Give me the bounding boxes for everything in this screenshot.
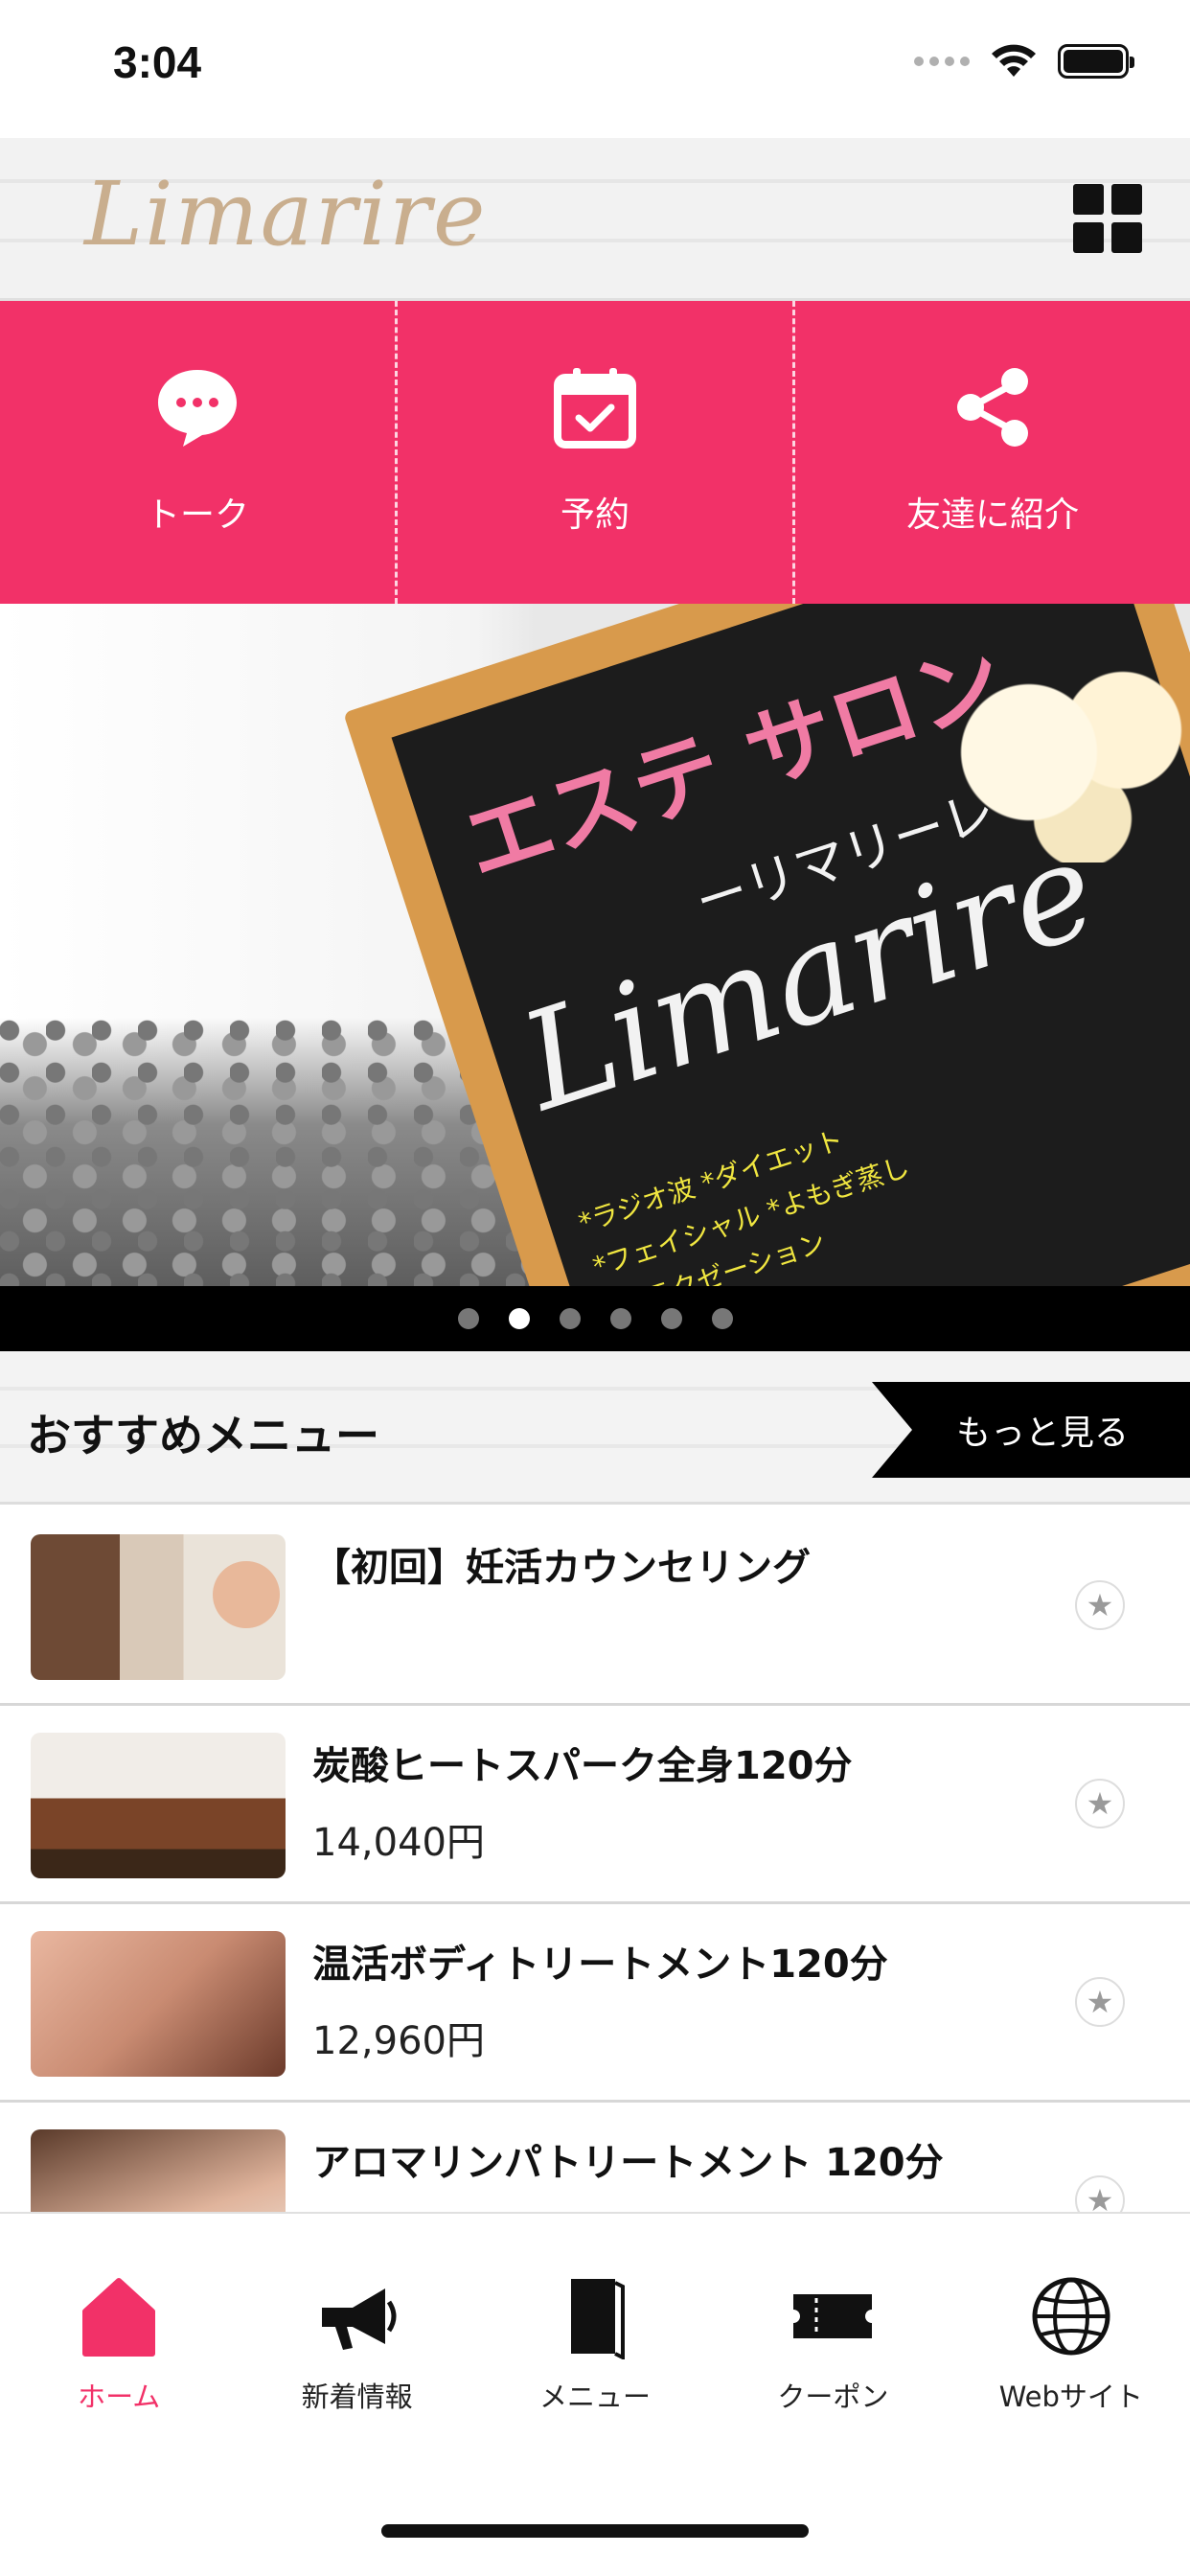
carousel-dot[interactable]: [457, 1308, 479, 1329]
home-icon: [82, 2278, 156, 2357]
cellular-signal-icon: [914, 57, 970, 66]
menu-item-title: 【初回】妊活カウンセリング: [312, 1546, 811, 1590]
menu-thumbnail: [31, 1733, 286, 1878]
tab-label: メニュー: [539, 2380, 652, 2413]
list-item[interactable]: アロマリンパトリートメント 120分 ★: [0, 2103, 1190, 2212]
carousel-dot[interactable]: [609, 1308, 631, 1329]
see-more-button[interactable]: もっと見る: [872, 1382, 1190, 1478]
menu-thumbnail: [31, 2129, 286, 2212]
quick-action-reserve[interactable]: 予約: [395, 301, 792, 604]
status-time: 3:04: [113, 37, 202, 87]
book-icon: [571, 2279, 626, 2359]
home-indicator[interactable]: [381, 2524, 809, 2538]
list-item[interactable]: 【初回】妊活カウンセリング ★: [0, 1507, 1190, 1706]
menu-thumbnail: [31, 1534, 286, 1680]
wifi-icon: [992, 44, 1036, 77]
quick-action-talk[interactable]: トーク: [0, 301, 395, 604]
signboard-notes: *ラジオ波 *ダイエット *フェイシャル *よもぎ蒸し *リラクゼーション: [574, 1123, 914, 1286]
status-icons: [914, 44, 1134, 79]
carousel-dot[interactable]: [711, 1308, 733, 1329]
list-item[interactable]: 炭酸ヒートスパーク全身120分 14,040円 ★: [0, 1706, 1190, 1904]
menu-item-title: 温活ボディトリートメント120分: [312, 1943, 888, 1987]
tab-home[interactable]: ホーム: [0, 2214, 238, 2434]
menu-item-price: 14,040円: [312, 1821, 485, 1865]
megaphone-icon: [321, 2288, 397, 2350]
grid-menu-icon[interactable]: [1073, 184, 1142, 253]
quick-action-bar: トーク 予約 友達に紹介: [0, 301, 1190, 604]
bottom-tab-bar: ホーム 新着情報 メニュー クーポン Webサイト: [0, 2212, 1190, 2576]
favorite-star-icon[interactable]: ★: [1075, 2175, 1125, 2212]
tab-label: 新着情報: [301, 2380, 413, 2413]
battery-icon: [1058, 44, 1134, 79]
menu-list: 【初回】妊活カウンセリング ★ 炭酸ヒートスパーク全身120分 14,040円 …: [0, 1507, 1190, 2212]
menu-item-title: アロマリンパトリートメント 120分: [312, 2141, 944, 2185]
tab-menu[interactable]: メニュー: [476, 2214, 714, 2434]
menu-thumbnail: [31, 1931, 286, 2077]
globe-icon: [1032, 2277, 1110, 2356]
tab-label: クーポン: [777, 2380, 889, 2413]
quick-action-share[interactable]: 友達に紹介: [792, 301, 1190, 604]
app-header: Limarire: [0, 138, 1190, 301]
ticket-icon: [793, 2294, 873, 2338]
favorite-star-icon[interactable]: ★: [1075, 1779, 1125, 1828]
carousel-dot-active[interactable]: [508, 1308, 530, 1329]
tab-label: Webサイト: [998, 2380, 1143, 2413]
share-icon: [957, 368, 1028, 447]
quick-action-label: トーク: [145, 495, 249, 535]
chat-bubble-icon: [158, 370, 237, 447]
recommended-menu-header: おすすめメニュー もっと見る: [0, 1351, 1190, 1505]
favorite-star-icon[interactable]: ★: [1075, 1580, 1125, 1630]
menu-item-title: 炭酸ヒートスパーク全身120分: [312, 1744, 853, 1788]
quick-action-label: 予約: [560, 495, 629, 535]
tab-coupon[interactable]: クーポン: [714, 2214, 951, 2434]
favorite-star-icon[interactable]: ★: [1075, 1977, 1125, 2027]
calendar-check-icon: [554, 368, 636, 448]
carousel-dot[interactable]: [660, 1308, 682, 1329]
quick-action-label: 友達に紹介: [905, 495, 1079, 535]
carousel-pagination: [0, 1286, 1190, 1351]
carousel-dot[interactable]: [559, 1308, 581, 1329]
tab-news[interactable]: 新着情報: [238, 2214, 475, 2434]
app-logo: Limarire: [84, 163, 488, 265]
status-bar: 3:04: [0, 0, 1190, 138]
section-title: おすすめメニュー: [27, 1410, 379, 1461]
hero-carousel[interactable]: エステ サロン ーリマリーレー Limarire *ラジオ波 *ダイエット *フ…: [0, 604, 1190, 1286]
list-item[interactable]: 温活ボディトリートメント120分 12,960円 ★: [0, 1904, 1190, 2103]
menu-item-price: 12,960円: [312, 2019, 485, 2063]
tab-website[interactable]: Webサイト: [952, 2214, 1190, 2434]
tab-label: ホーム: [78, 2380, 161, 2413]
carousel-image-flowers: [922, 642, 1190, 862]
